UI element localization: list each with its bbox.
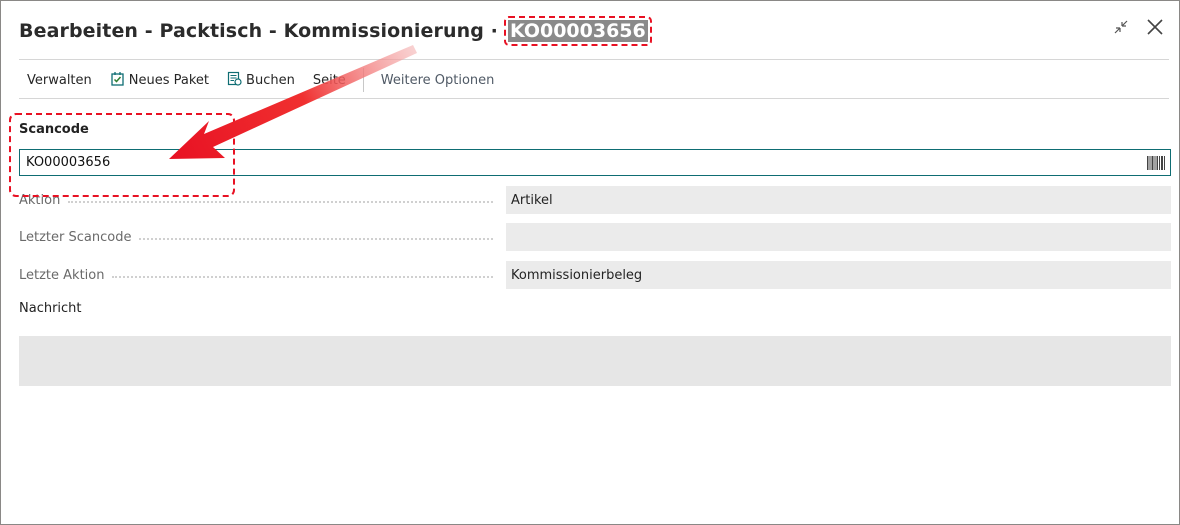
scancode-highlight-box	[9, 113, 235, 197]
label-dots	[68, 201, 493, 203]
label-dots	[139, 238, 493, 240]
window-controls	[1111, 17, 1165, 37]
field-row-last-scancode: Letzter Scancode	[19, 223, 1171, 251]
action-bar: Verwalten Neues Paket Buchen Seite Weite…	[19, 65, 503, 95]
collapse-icon[interactable]	[1111, 17, 1131, 37]
new-package-icon	[110, 71, 125, 90]
toolbar-divider	[362, 68, 364, 92]
new-package-button[interactable]: Neues Paket	[101, 65, 218, 95]
more-options-button[interactable]: Weitere Optionen	[372, 65, 504, 95]
header-divider	[19, 59, 1169, 60]
message-field[interactable]	[19, 336, 1171, 386]
page-menu[interactable]: Seite	[304, 65, 355, 95]
last-action-label: Letzte Aktion	[19, 267, 105, 283]
action-field[interactable]: Artikel	[506, 186, 1171, 214]
close-icon[interactable]	[1145, 17, 1165, 37]
page-label: Seite	[312, 72, 346, 88]
field-label: Letzter Scancode	[19, 230, 497, 245]
last-scancode-field[interactable]	[506, 223, 1171, 251]
toolbar-divider-line	[19, 98, 1169, 99]
manage-menu[interactable]: Verwalten	[19, 65, 101, 95]
more-options-label: Weitere Optionen	[380, 72, 495, 88]
last-action-value: Kommissionierbeleg	[511, 267, 643, 283]
manage-label: Verwalten	[27, 72, 92, 88]
last-scancode-label: Letzter Scancode	[19, 229, 132, 245]
barcode-icon[interactable]	[1147, 155, 1165, 170]
title-separator: ·	[483, 20, 498, 42]
new-package-label: Neues Paket	[128, 72, 210, 88]
dialog-window: Bearbeiten - Packtisch - Kommissionierun…	[0, 0, 1180, 525]
field-label: Letzte Aktion	[19, 268, 497, 283]
post-label: Buchen	[246, 72, 295, 88]
page-title: Bearbeiten - Packtisch - Kommissionierun…	[19, 20, 484, 42]
last-action-field[interactable]: Kommissionierbeleg	[506, 261, 1171, 289]
post-button[interactable]: Buchen	[218, 65, 304, 95]
label-dots	[112, 276, 493, 278]
message-label: Nachricht	[19, 301, 82, 316]
post-icon	[227, 71, 242, 90]
title-id-highlight: KO00003656	[503, 16, 652, 46]
record-id: KO00003656	[507, 20, 648, 42]
field-row-last-action: Letzte Aktion Kommissionierbeleg	[19, 261, 1171, 289]
dialog-header: Bearbeiten - Packtisch - Kommissionierun…	[19, 14, 652, 48]
action-value: Artikel	[511, 192, 553, 208]
